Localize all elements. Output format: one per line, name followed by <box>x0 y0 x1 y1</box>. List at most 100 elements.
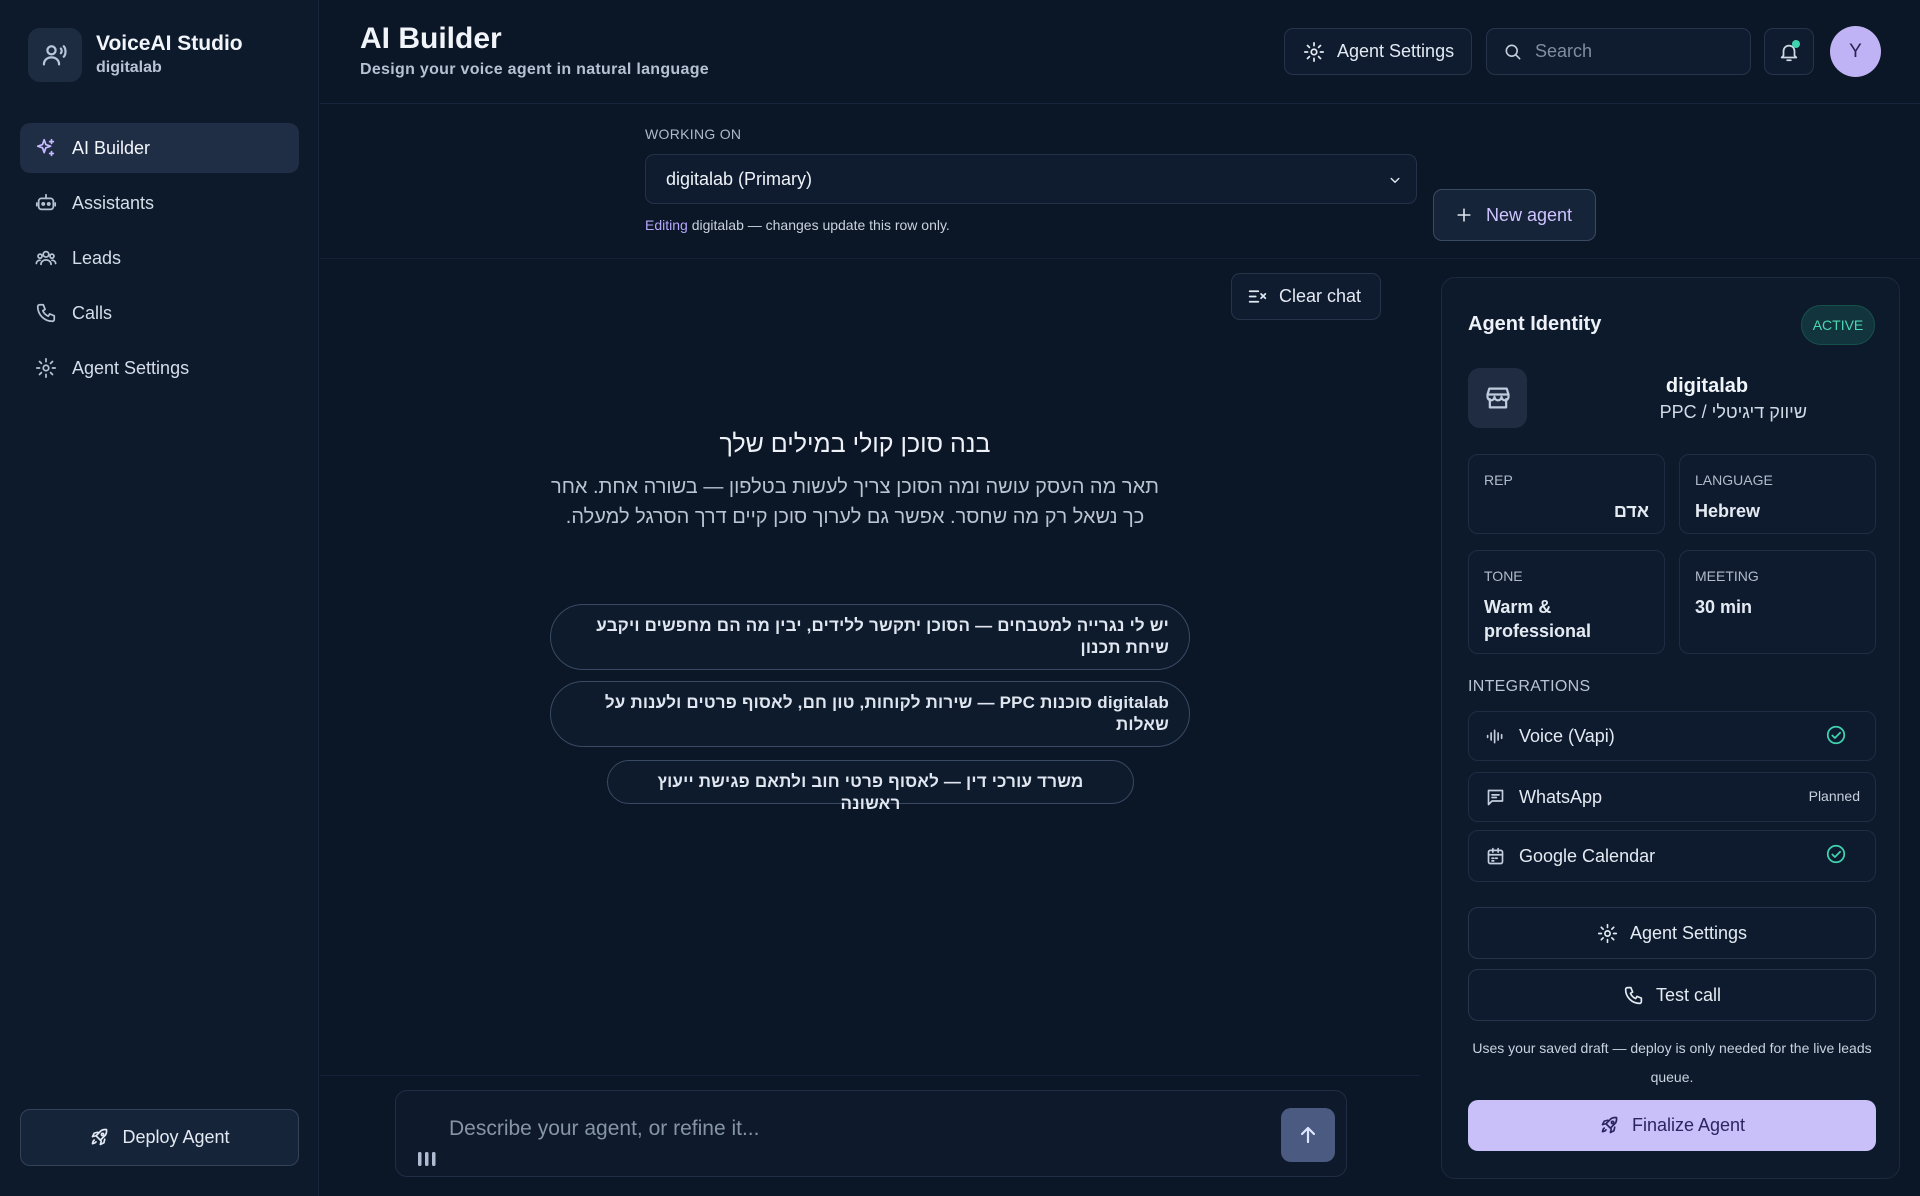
sparkles-icon <box>36 138 55 157</box>
meeting-label: MEETING <box>1695 568 1759 584</box>
sidebar-item-leads[interactable]: Leads <box>20 233 299 283</box>
tone-label: TONE <box>1484 568 1523 584</box>
search-icon <box>1505 44 1521 59</box>
integration-name: Voice (Vapi) <box>1519 725 1615 746</box>
tone-card: TONE Warm & professional <box>1468 550 1665 654</box>
agent-select[interactable]: digitalab (Primary) <box>645 154 1417 204</box>
check-circle-icon <box>1826 844 1846 864</box>
check-circle-icon <box>1826 725 1846 745</box>
users-icon <box>35 250 57 266</box>
notifications-button[interactable] <box>1764 28 1814 75</box>
rep-label: REP <box>1484 472 1513 488</box>
phone-icon <box>36 303 56 323</box>
status-badge: ACTIVE <box>1801 305 1875 345</box>
rocket-icon <box>1601 1116 1618 1134</box>
editing-note-text: digitalab — changes update this row only… <box>687 217 950 233</box>
user-avatar[interactable]: Y <box>1830 26 1881 77</box>
agent-category: שיווק דיגיטלי / PPC <box>1659 402 1807 422</box>
voice-user-icon <box>28 28 82 82</box>
sidebar-item-label: Agent Settings <box>72 357 190 378</box>
composer-input[interactable] <box>449 1117 1239 1141</box>
meeting-card: MEETING 30 min <box>1679 550 1876 654</box>
panel-agent-settings-button[interactable]: Agent Settings <box>1468 907 1876 959</box>
search-input[interactable] <box>1535 41 1735 62</box>
robot-icon <box>35 193 57 211</box>
suggestion-chip[interactable]: יש לי נגרייה למטבחים — הסוכן יתקשר ללידי… <box>550 604 1190 670</box>
language-value: Hebrew <box>1695 501 1761 521</box>
integrations-label: INTEGRATIONS <box>1468 678 1591 695</box>
sidebar-item-ai-builder[interactable]: AI Builder <box>20 123 299 173</box>
suggestion-chip[interactable]: digitalab סוכנות PPC — שירות לקוחות, טון… <box>550 681 1190 747</box>
notification-dot <box>1792 40 1800 48</box>
editing-note: Editing digitalab — changes update this … <box>645 217 950 233</box>
finalize-agent-button[interactable]: Finalize Agent <box>1468 1100 1876 1151</box>
sidebar-item-label: Assistants <box>72 192 155 213</box>
new-agent-button[interactable]: New agent <box>1433 189 1596 241</box>
plus-icon <box>1457 208 1471 222</box>
sidebar-item-calls[interactable]: Calls <box>20 288 299 338</box>
gear-icon <box>1303 41 1325 62</box>
integration-whatsapp[interactable]: WhatsApp Planned <box>1468 772 1876 822</box>
calendar-icon <box>1487 847 1504 864</box>
store-icon <box>1468 368 1527 428</box>
rep-card: REP אדם <box>1468 454 1665 534</box>
deploy-agent-button[interactable]: Deploy Agent <box>20 1109 299 1166</box>
working-on-bar: WORKING ON digitalab (Primary) Editing d… <box>320 104 1920 259</box>
sidebar-item-label: Calls <box>72 302 113 323</box>
page-title: AI Builder <box>360 22 502 55</box>
intro-title: בנה סוכן קולי במילים שלך <box>719 430 991 458</box>
sidebar-item-agent-settings[interactable]: Agent Settings <box>20 343 299 393</box>
panel-agent-settings-label: Agent Settings <box>1629 922 1748 943</box>
editing-label: Editing <box>645 217 688 233</box>
rep-value: אדם <box>1613 501 1649 521</box>
header-agent-settings-button[interactable]: Agent Settings <box>1284 28 1472 75</box>
phone-icon <box>1624 986 1643 1004</box>
composer-divider <box>320 1075 1420 1076</box>
meeting-value: 30 min <box>1695 597 1753 617</box>
composer <box>395 1090 1347 1177</box>
message-icon <box>1487 789 1504 805</box>
gear-icon <box>1597 923 1618 943</box>
waveform-icon[interactable] <box>416 1149 438 1167</box>
top-header: AI Builder Design your voice agent in na… <box>320 0 1920 104</box>
chat-intro: בנה סוכן קולי במילים שלך תאר מה העסק עוש… <box>550 428 1160 532</box>
send-button[interactable] <box>1281 1108 1335 1162</box>
sidebar-item-assistants[interactable]: Assistants <box>20 178 299 228</box>
search-box <box>1486 28 1751 75</box>
sidebar-item-label: AI Builder <box>72 137 151 158</box>
gear-icon <box>35 357 57 379</box>
draft-note: Uses your saved draft — deploy is only n… <box>1472 1040 1872 1085</box>
test-call-button[interactable]: Test call <box>1468 969 1876 1021</box>
page-subtitle: Design your voice agent in natural langu… <box>360 61 709 78</box>
working-on-label: WORKING ON <box>645 126 742 142</box>
tone-value: Warm & professional <box>1484 597 1592 641</box>
clear-chat-button[interactable]: Clear chat <box>1231 273 1381 320</box>
chevron-down-icon <box>1390 177 1400 183</box>
suggestion-chip[interactable]: משרד עורכי דין — לאסוף פרטי חוב ולתאם פג… <box>607 760 1134 813</box>
integration-status: Planned <box>1808 788 1860 804</box>
finalize-agent-label: Finalize Agent <box>1631 1115 1746 1135</box>
agent-identity-title: Agent Identity <box>1468 313 1602 335</box>
audio-waveform-icon <box>1486 729 1503 743</box>
integration-name: WhatsApp <box>1519 786 1603 807</box>
header-agent-settings-label: Agent Settings <box>1337 41 1455 61</box>
agent-select-value: digitalab (Primary) <box>666 168 813 189</box>
language-label: LANGUAGE <box>1695 472 1773 488</box>
sidebar-item-label: Leads <box>72 247 122 268</box>
new-agent-label: New agent <box>1486 204 1573 225</box>
sidebar-nav: AI Builder Assistants Leads Calls Agent … <box>20 123 299 398</box>
arrow-up-icon <box>1300 1126 1316 1144</box>
deploy-agent-label: Deploy Agent <box>122 1127 230 1147</box>
app-name: VoiceAI Studio <box>96 32 243 55</box>
integration-google-calendar[interactable]: Google Calendar <box>1468 830 1876 882</box>
sidebar: VoiceAI Studio digitalab AI Builder Assi… <box>0 0 319 1196</box>
intro-text: תאר מה העסק עושה ומה הסוכן צריך לעשות בט… <box>551 476 1159 528</box>
workspace-name: digitalab <box>96 59 162 76</box>
rocket-icon <box>92 1128 108 1146</box>
agent-name: digitalab <box>1665 375 1749 397</box>
integration-name: Google Calendar <box>1519 845 1656 866</box>
clear-list-icon <box>1248 290 1267 303</box>
clear-chat-label: Clear chat <box>1279 286 1362 306</box>
integration-voice-vapi[interactable]: Voice (Vapi) <box>1468 711 1876 761</box>
chat-area: Clear chat בנה סוכן קולי במילים שלך תאר … <box>320 260 1420 1196</box>
